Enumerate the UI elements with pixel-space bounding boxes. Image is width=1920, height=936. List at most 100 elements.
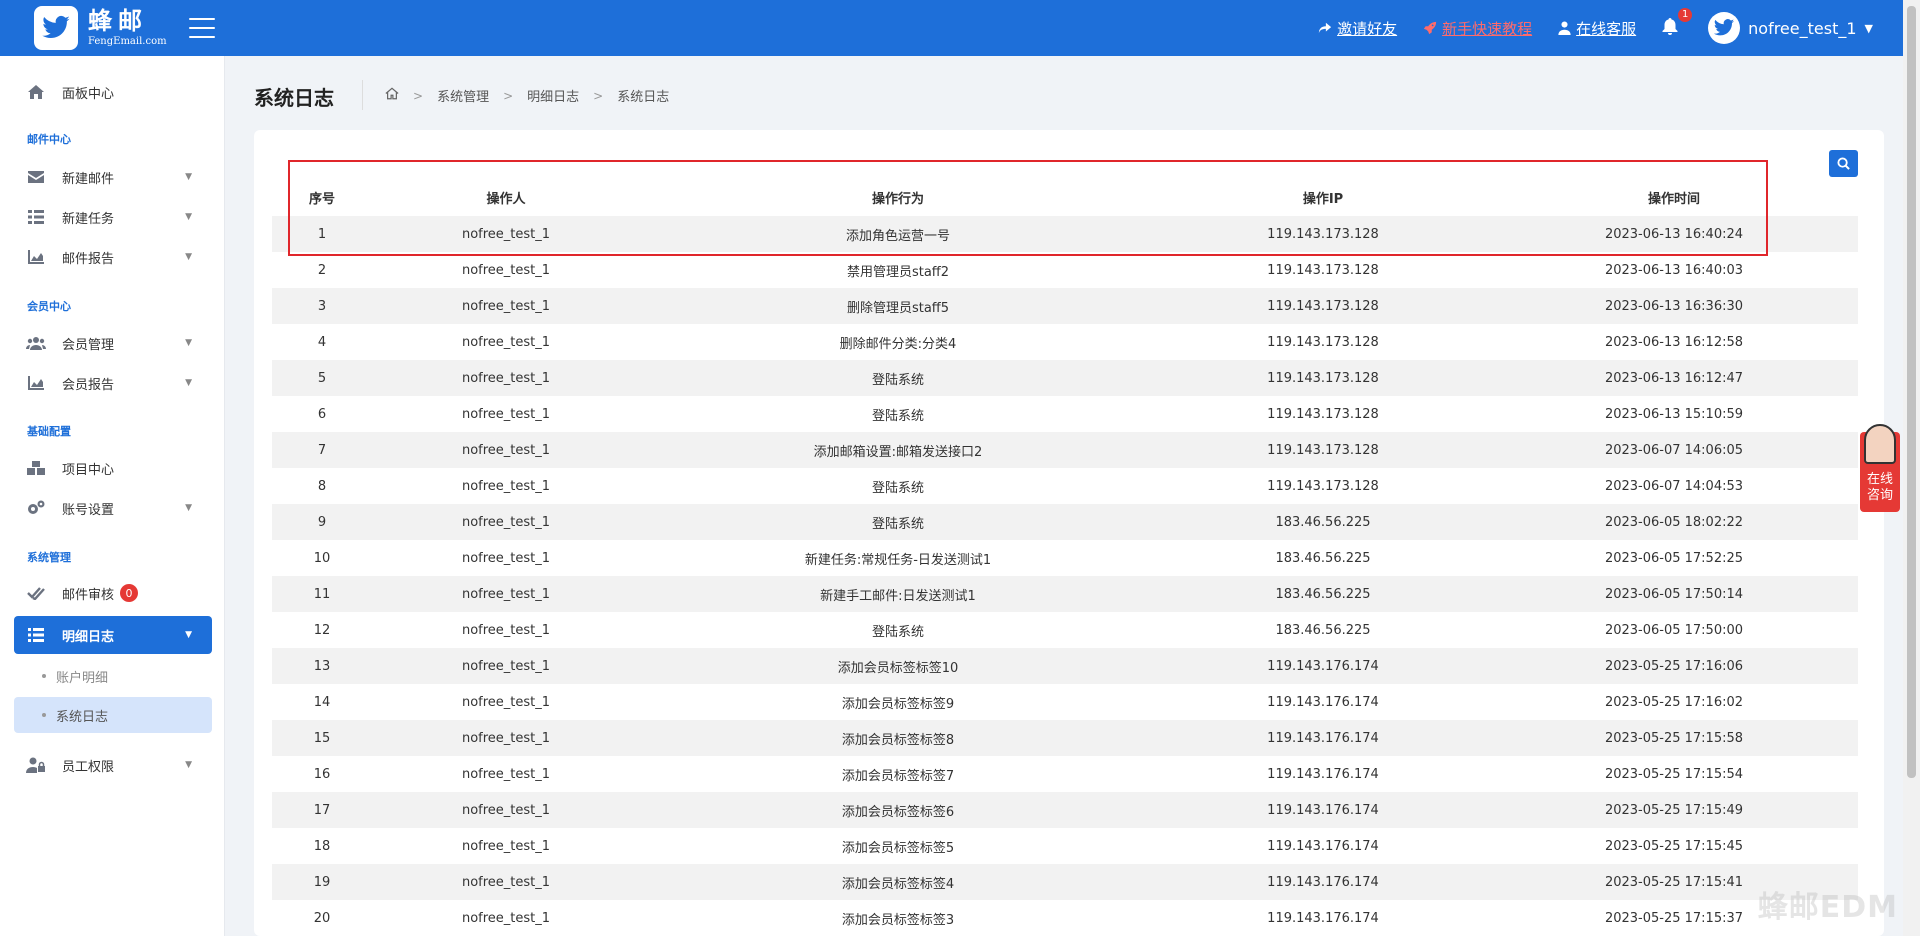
table-cell: 添加会员标签标签3 <box>841 912 955 928</box>
tutorial-link[interactable]: 新手快速教程 <box>1423 18 1532 39</box>
column-header: 操作人 <box>486 191 526 207</box>
table-cell: 2023-06-07 14:06:05 <box>1604 442 1744 458</box>
scrollbar-thumb[interactable] <box>1907 6 1916 778</box>
sidebar-item-member-manage[interactable]: 会员管理 ▼ <box>14 324 212 362</box>
watermark: 蜂邮EDM <box>1757 890 1898 925</box>
avatar <box>1708 12 1741 44</box>
home-icon <box>26 84 46 100</box>
search-button[interactable] <box>1829 150 1858 177</box>
sidebar-item-dashboard[interactable]: 面板中心 <box>14 73 212 111</box>
boxes-icon <box>26 460 46 476</box>
sidebar-item-new-mail[interactable]: 新建邮件 ▼ <box>14 158 212 196</box>
envelope-icon <box>26 169 46 185</box>
table-cell: nofree_test_1 <box>461 586 551 602</box>
table-cell: nofree_test_1 <box>461 478 551 494</box>
table-cell: 添加会员标签标签9 <box>841 696 955 712</box>
table-row: 20 nofree_test_1 添加会员标签标签3 119.143.176.174 2… <box>272 900 1858 936</box>
table-cell: 119.143.173.128 <box>1267 226 1379 242</box>
table-cell: 119.143.173.128 <box>1267 262 1379 278</box>
sidebar-item-project-center[interactable]: 项目中心 <box>14 449 212 487</box>
table-cell: 119.143.176.174 <box>1267 730 1379 746</box>
table-cell: 183.46.56.225 <box>1275 550 1371 566</box>
table-cell: 2023-05-25 17:16:06 <box>1604 658 1744 674</box>
table-row: 16 nofree_test_1 添加会员标签标签7 119.143.176.174 2… <box>272 756 1858 792</box>
scrollbar[interactable] <box>1903 0 1920 936</box>
table-cell: 5 <box>317 370 327 386</box>
log-table: 序号 操作人 操作行为 操作IP 操作时间 1 nofree_test_1 添加角色… <box>272 178 1858 936</box>
table-cell: 6 <box>317 406 327 422</box>
table-cell: 119.143.173.128 <box>1267 406 1379 422</box>
table-row: 3 nofree_test_1 删除管理员staff5 119.143.173.128… <box>272 288 1858 324</box>
table-cell: 添加会员标签标签5 <box>841 840 955 856</box>
table-cell: 新建手工邮件:日发送测试1 <box>820 588 976 604</box>
user-menu[interactable]: nofree_test_1 ▼ <box>1708 12 1873 44</box>
online-support-link[interactable]: 在线客服 <box>1558 18 1636 39</box>
brand-name: 蜂邮 <box>88 7 148 35</box>
sidebar-subitem-account-detail[interactable]: 账户明细 <box>14 658 212 694</box>
table-cell: nofree_test_1 <box>461 550 551 566</box>
table-cell: 删除邮件分类:分类4 <box>839 336 957 352</box>
sidebar: 面板中心 邮件中心 新建邮件 ▼ 新建任务 ▼ 邮件报告 ▼ 会员中心 会员管理 ▼ 会… <box>0 56 225 936</box>
table-cell: 2023-05-25 17:16:02 <box>1604 694 1744 710</box>
rocket-icon <box>1423 21 1437 35</box>
table-cell: 添加邮箱设置:邮箱发送接口2 <box>813 444 983 460</box>
sidebar-item-new-task[interactable]: 新建任务 ▼ <box>14 198 212 236</box>
table-cell: nofree_test_1 <box>461 874 551 890</box>
table-cell: 2023-06-13 16:40:24 <box>1604 226 1744 242</box>
breadcrumb-item[interactable]: 明细日志 <box>527 86 579 105</box>
bell-icon[interactable]: 1 <box>1662 8 1693 38</box>
table-cell: 登陆系统 <box>871 408 924 424</box>
column-header: 序号 <box>308 191 335 207</box>
table-row: 2 nofree_test_1 禁用管理员staff2 119.143.173.128… <box>272 252 1858 288</box>
table-cell: 2023-06-13 16:12:47 <box>1604 370 1744 386</box>
table-cell: nofree_test_1 <box>461 406 551 422</box>
section-label-mail: 邮件中心 <box>27 133 71 146</box>
invite-friends-label: 邀请好友 <box>1337 19 1398 38</box>
table-cell: nofree_test_1 <box>461 730 551 746</box>
mail-review-badge: 0 <box>120 584 139 602</box>
chevron-right-icon: > <box>413 88 424 103</box>
divider <box>362 80 363 110</box>
list-icon <box>26 627 46 643</box>
sidebar-subitem-system-log[interactable]: 系统日志 <box>14 697 212 733</box>
sidebar-item-detail-log[interactable]: 明细日志 ▼ <box>14 616 212 654</box>
table-cell: 12 <box>313 622 331 638</box>
online-support-label: 在线客服 <box>1576 19 1637 38</box>
search-icon <box>1837 157 1850 170</box>
table-row: 17 nofree_test_1 添加会员标签标签6 119.143.176.174 2… <box>272 792 1858 828</box>
section-label-system: 系统管理 <box>27 551 71 564</box>
table-cell: 119.143.173.128 <box>1267 442 1379 458</box>
caret-down-icon: ▼ <box>1864 21 1873 35</box>
table-cell: nofree_test_1 <box>461 226 551 242</box>
caret-down-icon: ▼ <box>185 760 192 770</box>
sidebar-item-member-report[interactable]: 会员报告 ▼ <box>14 364 212 402</box>
table-cell: 添加会员标签标签4 <box>841 876 955 892</box>
breadcrumb-item[interactable]: 系统管理 <box>437 86 489 105</box>
log-card: 序号 操作人 操作行为 操作IP 操作时间 1 nofree_test_1 添加角色… <box>254 130 1884 936</box>
table-cell: 禁用管理员staff2 <box>846 264 950 280</box>
invite-friends-link[interactable]: 邀请好友 <box>1318 18 1397 39</box>
table-cell: nofree_test_1 <box>461 658 551 674</box>
sidebar-item-mail-review[interactable]: 邮件审核 0 <box>14 574 212 612</box>
table-cell: 119.143.176.174 <box>1267 658 1379 674</box>
table-cell: 119.143.173.128 <box>1267 370 1379 386</box>
table-cell: nofree_test_1 <box>461 910 551 926</box>
table-row: 7 nofree_test_1 添加邮箱设置:邮箱发送接口2 119.143.173.… <box>272 432 1858 468</box>
caret-down-icon: ▼ <box>185 338 192 348</box>
online-consult-button[interactable]: 在线 咨询 <box>1860 424 1900 512</box>
table-cell: 14 <box>313 694 331 710</box>
menu-toggle-icon[interactable] <box>189 18 215 38</box>
table-cell: nofree_test_1 <box>461 334 551 350</box>
table-cell: 2023-05-25 17:15:58 <box>1604 730 1744 746</box>
table-row: 8 nofree_test_1 登陆系统 119.143.173.128 2023-06… <box>272 468 1858 504</box>
table-cell: 2023-06-13 15:10:59 <box>1604 406 1744 422</box>
home-icon[interactable] <box>385 87 399 104</box>
sidebar-item-mail-report[interactable]: 邮件报告 ▼ <box>14 238 212 276</box>
table-cell: 15 <box>313 730 331 746</box>
table-cell: 添加会员标签标签8 <box>841 732 955 748</box>
table-cell: nofree_test_1 <box>461 514 551 530</box>
sidebar-item-staff-permission[interactable]: 员工权限 ▼ <box>14 746 212 784</box>
table-cell: 20 <box>313 910 331 926</box>
sidebar-item-account-settings[interactable]: 账号设置 ▼ <box>14 489 212 527</box>
column-header: 操作IP <box>1302 191 1344 207</box>
